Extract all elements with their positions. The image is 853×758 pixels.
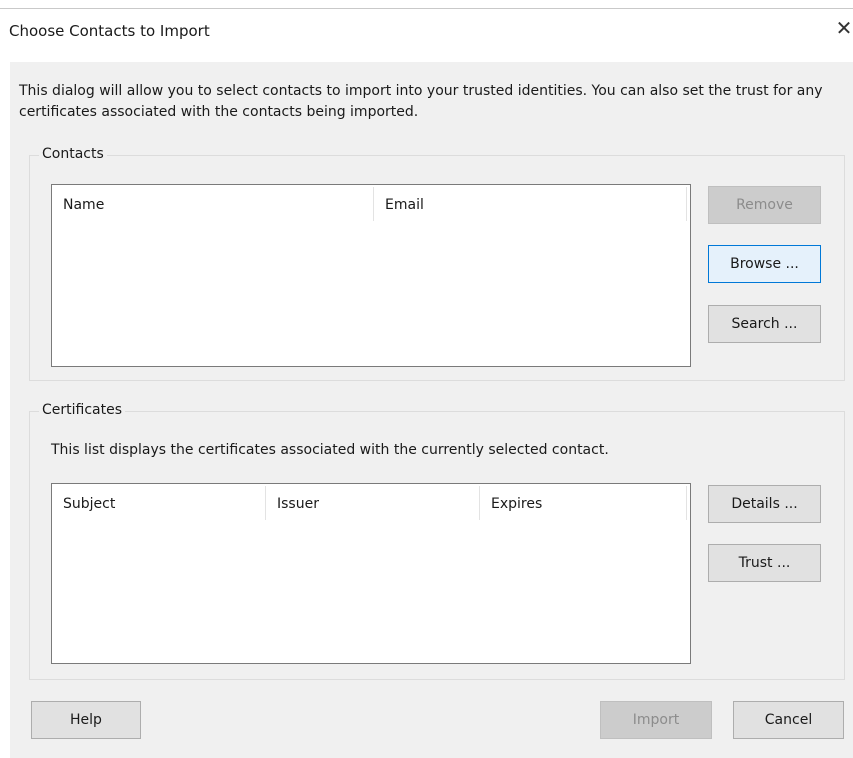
certificates-list[interactable]: Subject Issuer Expires (51, 483, 691, 664)
title-bar: Choose Contacts to Import ✕ (0, 0, 853, 62)
dialog-title: Choose Contacts to Import (9, 22, 210, 40)
title-bar-divider (0, 8, 853, 9)
cancel-button[interactable]: Cancel (733, 701, 844, 739)
contacts-legend: Contacts (39, 146, 107, 162)
column-header-name[interactable]: Name (52, 185, 373, 225)
intro-text: This dialog will allow you to select con… (19, 83, 823, 120)
certificates-description: This list displays the certificates asso… (51, 442, 609, 458)
trust-button[interactable]: Trust ... (708, 544, 821, 582)
import-button[interactable]: Import (600, 701, 712, 739)
certificates-legend: Certificates (39, 402, 126, 418)
search-button[interactable]: Search ... (708, 305, 821, 343)
column-separator (686, 187, 687, 221)
details-button[interactable]: Details ... (708, 485, 821, 523)
browse-button[interactable]: Browse ... (708, 245, 821, 283)
close-icon[interactable]: ✕ (834, 18, 853, 38)
remove-button[interactable]: Remove (708, 186, 821, 224)
column-header-issuer[interactable]: Issuer (266, 484, 479, 524)
help-button[interactable]: Help (31, 701, 141, 739)
column-header-email[interactable]: Email (374, 185, 686, 225)
column-header-expires[interactable]: Expires (480, 484, 686, 524)
contacts-list[interactable]: Name Email (51, 184, 691, 367)
column-header-subject[interactable]: Subject (52, 484, 265, 524)
column-separator (686, 486, 687, 520)
